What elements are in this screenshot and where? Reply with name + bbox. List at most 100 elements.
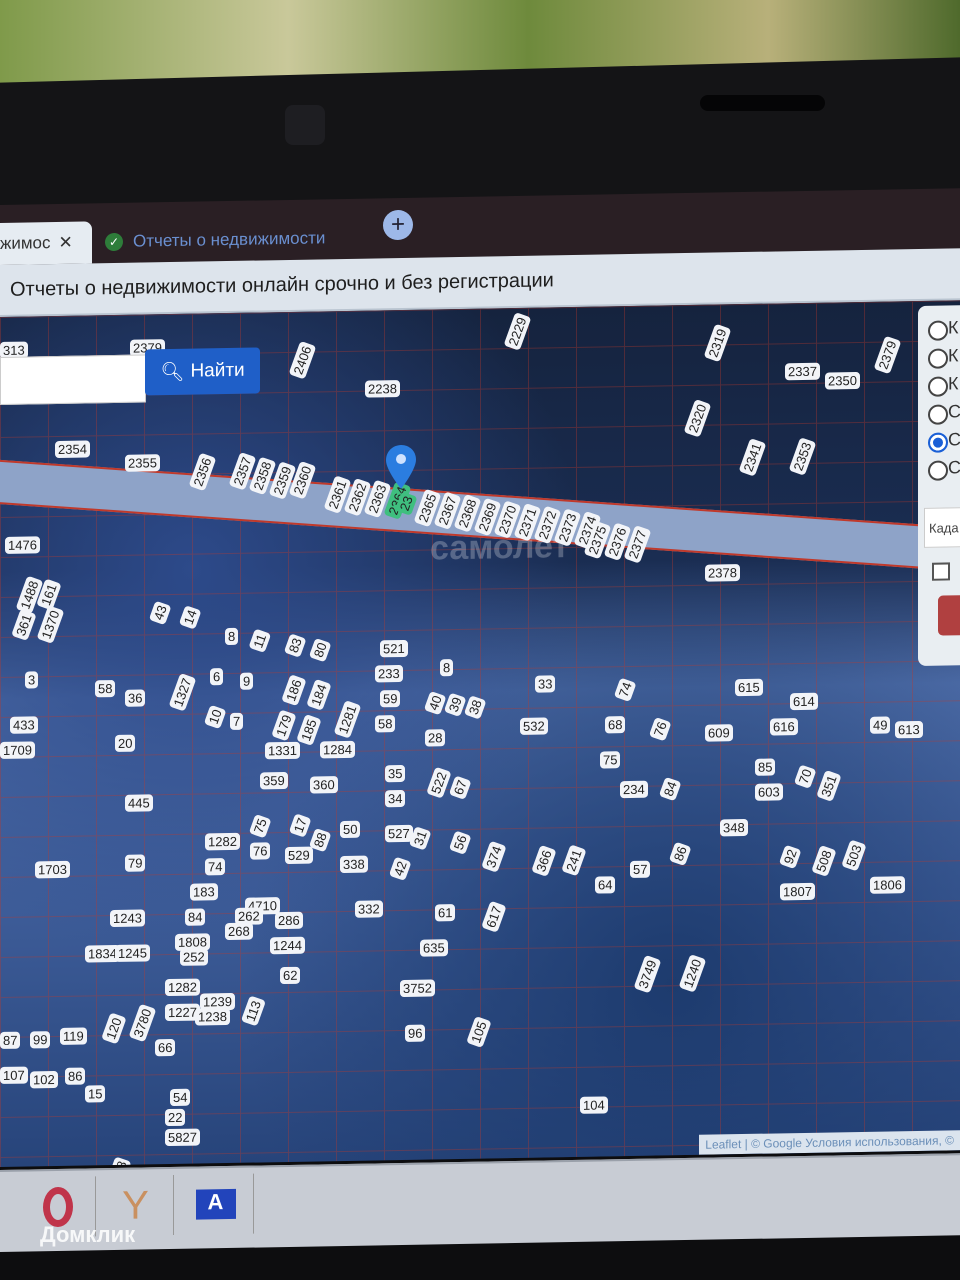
plot-label[interactable]: 433 <box>10 716 38 734</box>
plot-label[interactable]: 1243 <box>110 909 145 928</box>
plot-label[interactable]: 58 <box>375 715 396 733</box>
plot-label[interactable]: 50 <box>340 820 361 839</box>
plot-label[interactable]: 79 <box>125 854 146 872</box>
plot-label[interactable]: 15 <box>85 1085 106 1103</box>
plot-label[interactable]: 96 <box>405 1024 426 1042</box>
plot-label[interactable]: 1806 <box>870 876 905 894</box>
plot-label[interactable]: 521 <box>380 639 408 658</box>
plot-label[interactable]: 107 <box>0 1066 28 1084</box>
cadastral-number-input[interactable]: Када <box>924 506 960 548</box>
plot-label[interactable]: 34 <box>385 789 406 808</box>
plot-label[interactable]: 3752 <box>400 979 435 998</box>
plot-label[interactable]: 49 <box>870 716 891 734</box>
plot-label[interactable]: 268 <box>225 922 253 941</box>
plot-label[interactable]: 61 <box>435 904 456 922</box>
plot-label[interactable]: 59 <box>380 690 401 708</box>
plot-label[interactable]: 119 <box>60 1027 87 1045</box>
plot-label[interactable]: 1244 <box>270 936 305 955</box>
plot-label[interactable]: 359 <box>260 771 288 790</box>
plot-label[interactable]: 74 <box>205 858 226 876</box>
plot-label[interactable]: 5827 <box>165 1128 200 1147</box>
plot-label[interactable]: 22 <box>165 1108 186 1127</box>
tab-active[interactable]: жимос ✕ <box>0 221 92 265</box>
plot-label[interactable]: 2378 <box>705 564 740 582</box>
plot-label[interactable]: 58 <box>95 679 116 698</box>
plot-label[interactable]: 252 <box>180 948 208 966</box>
layer-radio[interactable] <box>928 320 948 341</box>
plot-label[interactable]: 614 <box>790 692 818 711</box>
map-marker-icon[interactable] <box>386 445 416 490</box>
plot-label[interactable]: 54 <box>170 1088 191 1107</box>
plot-label[interactable]: 87 <box>0 1031 21 1049</box>
plot-label[interactable]: 85 <box>755 758 776 776</box>
plot-label[interactable]: 635 <box>420 939 448 957</box>
plot-label[interactable]: 84 <box>185 908 206 926</box>
plot-label[interactable]: 338 <box>340 855 368 874</box>
plot-label[interactable]: 445 <box>125 794 153 812</box>
new-tab-button[interactable]: + <box>383 209 413 241</box>
plot-label[interactable]: 3 <box>25 671 39 689</box>
plot-label[interactable]: 1703 <box>35 860 70 879</box>
plot-label[interactable]: 62 <box>280 966 301 985</box>
plot-label[interactable]: 609 <box>705 724 733 742</box>
map-attribution[interactable]: Leaflet | © Google Условия использования… <box>699 1130 960 1155</box>
plot-label[interactable]: 1282 <box>165 978 200 997</box>
plot-label[interactable]: 2354 <box>55 440 90 459</box>
plot-label[interactable]: 286 <box>275 911 303 930</box>
plot-label[interactable]: 9 <box>240 672 254 690</box>
checkbox[interactable] <box>932 562 950 581</box>
plot-label[interactable]: 1807 <box>780 882 815 901</box>
plot-label[interactable]: 613 <box>895 720 923 739</box>
plot-label[interactable]: 68 <box>605 716 626 734</box>
plot-label[interactable]: 6 <box>210 668 224 686</box>
plot-label[interactable]: 2355 <box>125 454 160 472</box>
plot-label[interactable]: 8 <box>440 659 454 677</box>
plot-label[interactable]: 99 <box>30 1031 51 1049</box>
plot-label[interactable]: 2350 <box>825 371 860 390</box>
plot-label[interactable]: 102 <box>30 1070 58 1089</box>
plot-label[interactable]: 66 <box>155 1038 176 1057</box>
layer-radio[interactable] <box>928 404 948 425</box>
plot-label[interactable]: 7 <box>230 712 244 730</box>
plot-label[interactable]: 1238 <box>195 1007 230 1026</box>
tab-reports[interactable]: ✓ Отчеты о недвижимости <box>105 217 325 263</box>
plot-label[interactable]: 86 <box>65 1067 86 1085</box>
plot-label[interactable]: 603 <box>755 783 783 801</box>
layer-radio[interactable] <box>928 376 948 397</box>
plot-label[interactable]: 1284 <box>320 740 355 759</box>
plot-label[interactable]: 233 <box>375 664 403 683</box>
cadastral-map[interactable]: самолет 313 2379 2406 2238 2229 2319 2337 2350 2… <box>0 300 960 1167</box>
plot-label[interactable]: 1245 <box>115 944 150 962</box>
close-icon[interactable]: ✕ <box>59 233 73 253</box>
plot-label[interactable]: 234 <box>620 780 648 799</box>
plot-label[interactable]: 616 <box>770 718 798 736</box>
plot-label[interactable]: 183 <box>190 883 218 901</box>
plot-label[interactable]: 104 <box>580 1096 608 1114</box>
plot-label[interactable]: 1709 <box>0 741 35 759</box>
plot-label[interactable]: 57 <box>630 860 651 879</box>
plot-label[interactable]: 20 <box>115 734 136 752</box>
layer-radio[interactable] <box>928 460 948 481</box>
plot-label[interactable]: 1331 <box>265 741 300 760</box>
plot-label[interactable]: 2238 <box>365 380 400 398</box>
layer-radio[interactable] <box>928 348 948 369</box>
plot-label[interactable]: 1282 <box>205 832 240 851</box>
plot-label[interactable]: 36 <box>125 689 146 707</box>
plot-label[interactable]: 76 <box>250 842 271 860</box>
layer-radio[interactable] <box>928 432 948 453</box>
plot-label[interactable]: 615 <box>735 678 763 697</box>
plot-label[interactable]: 529 <box>285 846 313 865</box>
plot-label[interactable]: 1476 <box>5 536 40 554</box>
plot-label[interactable]: 532 <box>520 717 548 735</box>
plot-label[interactable]: 8 <box>225 627 239 646</box>
plot-label[interactable]: 33 <box>535 675 556 693</box>
plot-label[interactable]: 332 <box>355 900 383 918</box>
plot-label[interactable]: 348 <box>720 818 748 837</box>
plot-label[interactable]: 64 <box>595 876 616 894</box>
plot-label[interactable]: 35 <box>385 764 406 783</box>
plot-label[interactable]: 28 <box>425 729 446 747</box>
search-input[interactable] <box>0 354 146 405</box>
app-icon[interactable]: A <box>178 1173 254 1235</box>
submit-button[interactable] <box>938 594 960 636</box>
plot-label[interactable]: 527 <box>385 824 413 843</box>
